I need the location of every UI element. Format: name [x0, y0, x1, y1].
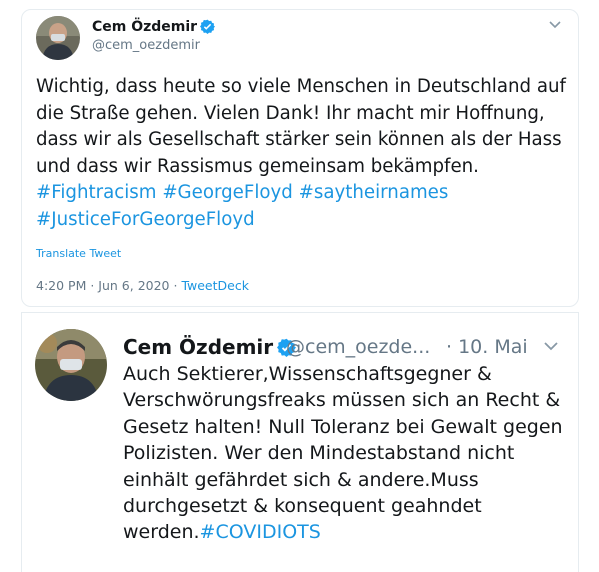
tweet-card-2: Cem Özdemir @cem_oezde... · 10. Mai Auch… [21, 312, 579, 572]
hashtag-link[interactable]: #JusticeForGeorgeFloyd [36, 209, 255, 230]
author-handle[interactable]: @cem_oezdemir [92, 38, 200, 53]
tweet-text: Auch Sektierer,Wissenschaftsgegner & Ver… [123, 363, 563, 544]
chevron-down-icon[interactable] [548, 16, 562, 30]
tweet-text: Wichtig, dass heute so viele Menschen in… [36, 76, 566, 230]
tweet-timestamp: 4:20 PM · Jun 6, 2020 · TweetDeck [36, 278, 249, 293]
chevron-down-icon[interactable] [542, 337, 560, 355]
hashtag-link[interactable]: #saytheirnames [299, 182, 449, 203]
author-handle[interactable]: @cem_oezde... [286, 336, 430, 358]
tweet-date[interactable]: · 10. Mai [446, 336, 528, 358]
hashtag-link[interactable]: #GeorgeFloyd [162, 182, 293, 203]
author-name[interactable]: Cem Özdemir [123, 335, 297, 362]
avatar[interactable] [36, 16, 80, 60]
author-name[interactable]: Cem Özdemir [92, 19, 216, 38]
tweet-card-1: Cem Özdemir @cem_oezdemir Wichtig, dass … [21, 9, 579, 307]
avatar[interactable] [35, 329, 107, 401]
hashtag-link[interactable]: #Fightracism [36, 182, 157, 203]
source-link[interactable]: TweetDeck [181, 278, 249, 293]
translate-tweet-link[interactable]: Translate Tweet [36, 247, 121, 260]
verified-badge-icon [200, 19, 216, 38]
hashtag-link[interactable]: #COVIDIOTS [200, 521, 321, 543]
